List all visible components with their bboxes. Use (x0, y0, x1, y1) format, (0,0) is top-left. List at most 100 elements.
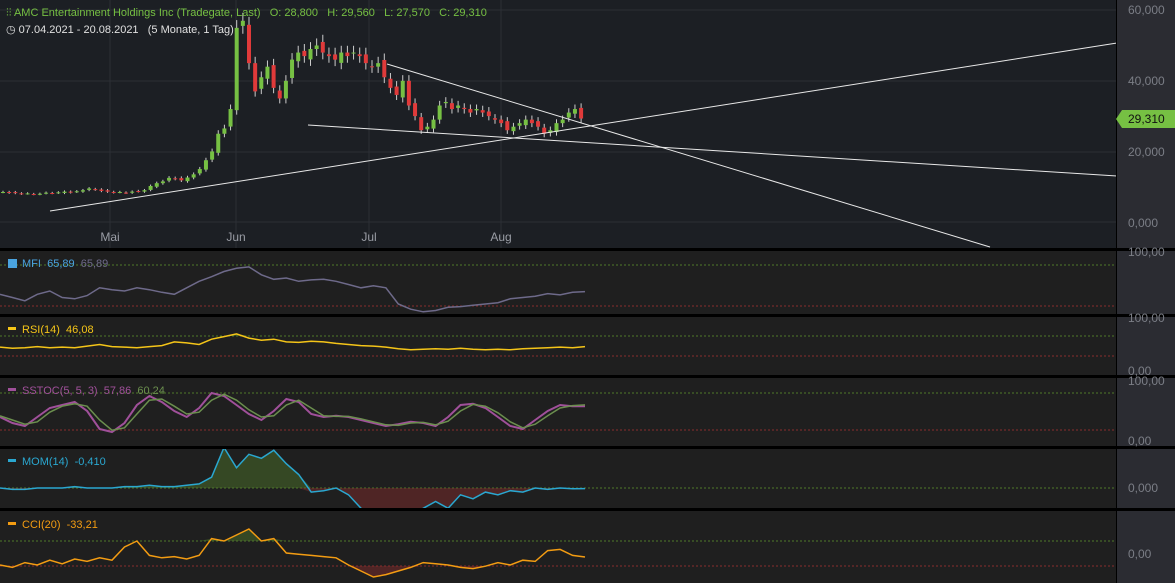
month-label: Mai (100, 230, 120, 244)
candle (247, 24, 251, 64)
chart-canvas[interactable] (0, 0, 1175, 583)
axis-label: 0,00 (1128, 547, 1152, 561)
candle (314, 45, 319, 50)
candle (333, 54, 338, 60)
candle (31, 193, 36, 195)
date-range[interactable]: ◷ 07.04.2021 - 20.08.2021 (5 Monate, 1 T… (6, 23, 234, 36)
candle (142, 190, 147, 192)
indicator-panel-bg (0, 511, 1116, 583)
sstoc-k-value: 57,86 (103, 385, 132, 397)
candle (449, 103, 454, 110)
cci-label: CCI(20) (22, 519, 61, 531)
cci-value: -33,21 (66, 519, 98, 531)
candle (173, 178, 178, 180)
candle (456, 105, 461, 108)
axis-label: 0,00 (1128, 434, 1152, 448)
candle (167, 177, 172, 181)
candle (413, 103, 418, 117)
candle (148, 185, 153, 190)
indicator-panel-bg (0, 449, 1116, 508)
candle (363, 54, 368, 64)
candle (486, 111, 491, 117)
candle (474, 109, 479, 111)
instrument-title: AMC Entertainment Holdings Inc (Tradegat… (13, 7, 261, 19)
candle (234, 27, 239, 111)
chart-header: ⫶⫶ AMC Entertainment Holdings Inc (Trade… (6, 7, 487, 20)
candle (529, 119, 534, 124)
candle (197, 169, 202, 174)
axis-label: 100,00 (1128, 311, 1165, 325)
candle (271, 65, 276, 88)
candle (320, 41, 325, 53)
candle (253, 63, 258, 92)
indicator-panel-bg (0, 378, 1116, 446)
candle (80, 190, 85, 192)
mfi-value: 65,89 (47, 258, 75, 270)
mom-legend[interactable]: MOM(14) -0,410 (8, 456, 106, 468)
candle (154, 183, 159, 187)
candle (19, 193, 24, 195)
candle (388, 78, 393, 88)
clock-icon: ◷ (6, 24, 16, 36)
indicator-panel-bg (0, 317, 1116, 375)
low-value: L: 27,570 (384, 7, 430, 19)
candle (517, 123, 522, 126)
candle (511, 126, 516, 132)
mom-value: -0,410 (74, 456, 106, 468)
candle (326, 54, 331, 57)
candle (351, 52, 356, 54)
rsi-legend[interactable]: RSI(14) 46,08 (8, 324, 94, 336)
candle (37, 193, 42, 195)
candle (480, 110, 485, 113)
candle (105, 190, 110, 192)
candle (339, 52, 344, 63)
cci-legend[interactable]: CCI(20) -33,21 (8, 519, 98, 531)
candle (111, 191, 116, 193)
candle (44, 192, 49, 194)
axis-label: 0,000 (1128, 481, 1159, 495)
candle (370, 66, 374, 68)
candle (13, 192, 18, 194)
axis-label: 60,000 (1128, 3, 1165, 17)
date-range-text: 07.04.2021 - 20.08.2021 (18, 24, 139, 36)
indicator-panels (0, 251, 1116, 583)
candle (1, 191, 5, 193)
month-label: Jun (226, 230, 246, 244)
candle (493, 118, 497, 120)
candle (117, 191, 122, 193)
candle (468, 109, 473, 113)
candle (259, 77, 264, 89)
rsi-label: RSI(14) (22, 324, 60, 336)
candle (130, 191, 135, 193)
axis-label: 100,00 (1128, 245, 1165, 259)
candle (290, 59, 295, 78)
period-text: (5 Monate, 1 Tag) (147, 24, 234, 36)
mfi-legend[interactable]: MFI 65,89 65,89 (8, 258, 108, 270)
candle (499, 119, 504, 124)
candle (394, 86, 399, 95)
candle (560, 119, 565, 124)
month-label: Jul (361, 230, 377, 244)
candle (93, 189, 98, 191)
candle (68, 191, 73, 193)
candle (179, 178, 184, 181)
candle (228, 109, 233, 127)
candle (99, 189, 104, 191)
sstoc-d-value: 60,24 (137, 385, 165, 397)
candle (87, 188, 92, 190)
candle (191, 174, 196, 178)
sstoc-legend[interactable]: SSTOC(5, 5, 3) 57,86 60,24 (8, 385, 165, 397)
candle (160, 181, 165, 184)
chart-window[interactable]: ⫶⫶ AMC Entertainment Holdings Inc (Trade… (0, 0, 1175, 583)
candle (203, 160, 208, 170)
candle (462, 107, 467, 110)
candle (185, 177, 190, 182)
month-label: Aug (490, 230, 512, 244)
candle (536, 121, 541, 127)
candle (210, 151, 215, 160)
candle (222, 128, 227, 134)
candle (376, 63, 381, 67)
candle (523, 119, 528, 126)
candle (437, 105, 442, 120)
sstoc-label: SSTOC(5, 5, 3) (22, 385, 98, 397)
